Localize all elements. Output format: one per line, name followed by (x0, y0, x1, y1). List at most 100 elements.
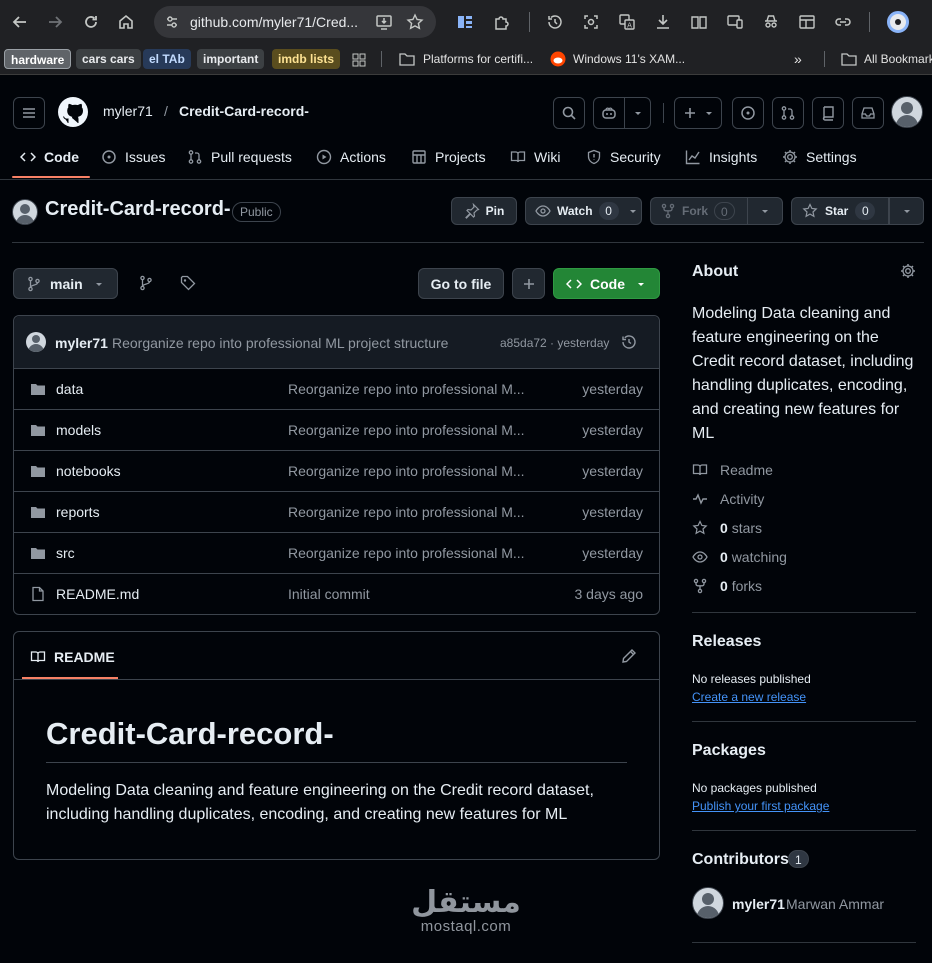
breadcrumb-owner[interactable]: myler71 (103, 103, 153, 119)
incognito-icon[interactable] (761, 12, 781, 32)
fork-button[interactable]: Fork 0 (650, 197, 747, 225)
about-forks-link[interactable]: 0 forks (692, 577, 762, 595)
star-button[interactable]: Star 0 (791, 197, 889, 225)
tab-pull-requests[interactable]: Pull requests (187, 146, 292, 168)
breadcrumb-repo[interactable]: Credit-Card-record- (179, 103, 309, 119)
repositories-button[interactable] (812, 97, 844, 129)
tab-wiki[interactable]: Wiki (510, 146, 560, 168)
translate-icon[interactable]: A (617, 12, 637, 32)
reload-icon[interactable] (81, 12, 101, 32)
copilot-button[interactable] (593, 97, 651, 129)
branches-icon[interactable] (138, 275, 154, 291)
download-icon[interactable] (653, 12, 673, 32)
file-commit-message[interactable]: Reorganize repo into professional M... (288, 463, 525, 479)
file-name[interactable]: data (56, 381, 83, 397)
search-button[interactable] (553, 97, 585, 129)
about-activity-link[interactable]: Activity (692, 490, 764, 508)
contributor-username[interactable]: myler71 (732, 896, 785, 912)
tab-actions[interactable]: Actions (316, 146, 386, 168)
bookmark-star-icon[interactable] (405, 12, 425, 32)
pencil-icon[interactable] (621, 648, 637, 664)
readme-tab[interactable]: README (30, 648, 115, 666)
file-row-reports[interactable]: reports Reorganize repo into professiona… (14, 491, 659, 532)
reading-mode-icon[interactable] (689, 12, 709, 32)
bookmarks-overflow-chevron-icon[interactable]: » (794, 49, 802, 69)
home-icon[interactable] (116, 12, 136, 32)
bookmark-hardware[interactable]: hardware (4, 49, 72, 69)
site-info-icon[interactable] (164, 14, 180, 30)
watch-button[interactable]: Watch 0 (525, 197, 642, 225)
tab-security[interactable]: Security (586, 146, 661, 168)
inbox-button[interactable] (852, 97, 884, 129)
profile-avatar[interactable] (887, 11, 909, 33)
bookmark-imdb[interactable]: imdb lists (272, 49, 341, 69)
commit-author-avatar[interactable] (26, 332, 46, 352)
commit-author[interactable]: myler71 (55, 335, 108, 351)
create-new-button[interactable] (674, 97, 722, 129)
bookmark-el-tab[interactable]: el TAb (143, 49, 191, 69)
cast-icon[interactable] (725, 12, 745, 32)
file-name[interactable]: src (56, 545, 75, 561)
file-commit-message[interactable]: Reorganize repo into professional M... (288, 545, 525, 561)
repo-owner-avatar[interactable] (12, 199, 38, 225)
issues-button[interactable] (732, 97, 764, 129)
add-file-button[interactable] (512, 268, 545, 299)
contributors-heading[interactable]: Contributors (692, 851, 789, 869)
commit-meta[interactable]: a85da72 · yesterday (500, 336, 609, 350)
publish-package-link[interactable]: Publish your first package (692, 799, 829, 813)
about-readme-link[interactable]: Readme (692, 461, 773, 479)
bookmark-platforms[interactable]: Platforms for certifi... (423, 49, 533, 69)
file-row-readme[interactable]: README.md Initial commit 3 days ago (14, 573, 659, 614)
tag-icon[interactable] (180, 275, 196, 291)
file-commit-message[interactable]: Reorganize repo into professional M... (288, 504, 525, 520)
install-app-icon[interactable] (374, 12, 394, 32)
file-name[interactable]: notebooks (56, 463, 121, 479)
github-logo-icon[interactable] (57, 96, 89, 128)
tab-settings[interactable]: Settings (782, 146, 857, 168)
about-watching-link[interactable]: 0 watching (692, 548, 787, 566)
link-icon[interactable] (833, 12, 853, 32)
contributor-avatar[interactable] (692, 887, 724, 919)
pin-button[interactable]: Pin (451, 197, 517, 225)
forward-arrow-icon[interactable] (45, 12, 65, 32)
bookmark-all[interactable]: All Bookmarks (864, 49, 932, 69)
file-name[interactable]: README.md (56, 586, 139, 602)
gear-icon[interactable] (900, 263, 916, 279)
file-commit-message[interactable]: Reorganize repo into professional M... (288, 422, 525, 438)
commit-message[interactable]: Reorganize repo into professional ML pro… (112, 335, 448, 351)
back-arrow-icon[interactable] (10, 12, 30, 32)
tab-projects[interactable]: Projects (411, 146, 486, 168)
file-name[interactable]: reports (56, 504, 100, 520)
bookmark-cars[interactable]: cars cars (76, 49, 141, 69)
packages-heading[interactable]: Packages (692, 742, 766, 760)
go-to-file-button[interactable]: Go to file (418, 268, 504, 299)
about-stars-link[interactable]: 0 stars (692, 519, 762, 537)
apps-grid-icon[interactable] (351, 52, 367, 68)
fork-dropdown-button[interactable] (747, 197, 783, 225)
releases-heading[interactable]: Releases (692, 633, 761, 651)
pull-requests-button[interactable] (772, 97, 804, 129)
file-commit-message[interactable]: Reorganize repo into professional M... (288, 381, 525, 397)
hamburger-menu-button[interactable] (13, 97, 45, 129)
tab-code[interactable]: Code (20, 146, 79, 168)
extensions-puzzle-icon[interactable] (492, 12, 512, 32)
file-commit-message[interactable]: Initial commit (288, 586, 370, 602)
branch-select-button[interactable]: main (13, 268, 118, 299)
file-name[interactable]: models (56, 422, 101, 438)
bookmark-important[interactable]: important (197, 49, 265, 69)
tab-issues[interactable]: Issues (101, 146, 165, 168)
history-icon[interactable] (621, 334, 637, 350)
sidebar-panel-icon[interactable] (797, 12, 817, 32)
file-row-notebooks[interactable]: notebooks Reorganize repo into professio… (14, 450, 659, 491)
code-clone-button[interactable]: Code (553, 268, 660, 299)
create-release-link[interactable]: Create a new release (692, 690, 806, 704)
extension-blue-icon[interactable] (455, 12, 475, 32)
repo-title[interactable]: Credit-Card-record- (45, 198, 231, 221)
file-row-models[interactable]: models Reorganize repo into professional… (14, 409, 659, 450)
history-icon[interactable] (545, 12, 565, 32)
bookmark-windows[interactable]: Windows 11's XAM... (573, 49, 685, 69)
star-dropdown-button[interactable] (889, 197, 924, 225)
file-row-data[interactable]: data Reorganize repo into professional M… (14, 368, 659, 409)
screenshot-icon[interactable] (581, 12, 601, 32)
user-avatar[interactable] (891, 96, 923, 128)
